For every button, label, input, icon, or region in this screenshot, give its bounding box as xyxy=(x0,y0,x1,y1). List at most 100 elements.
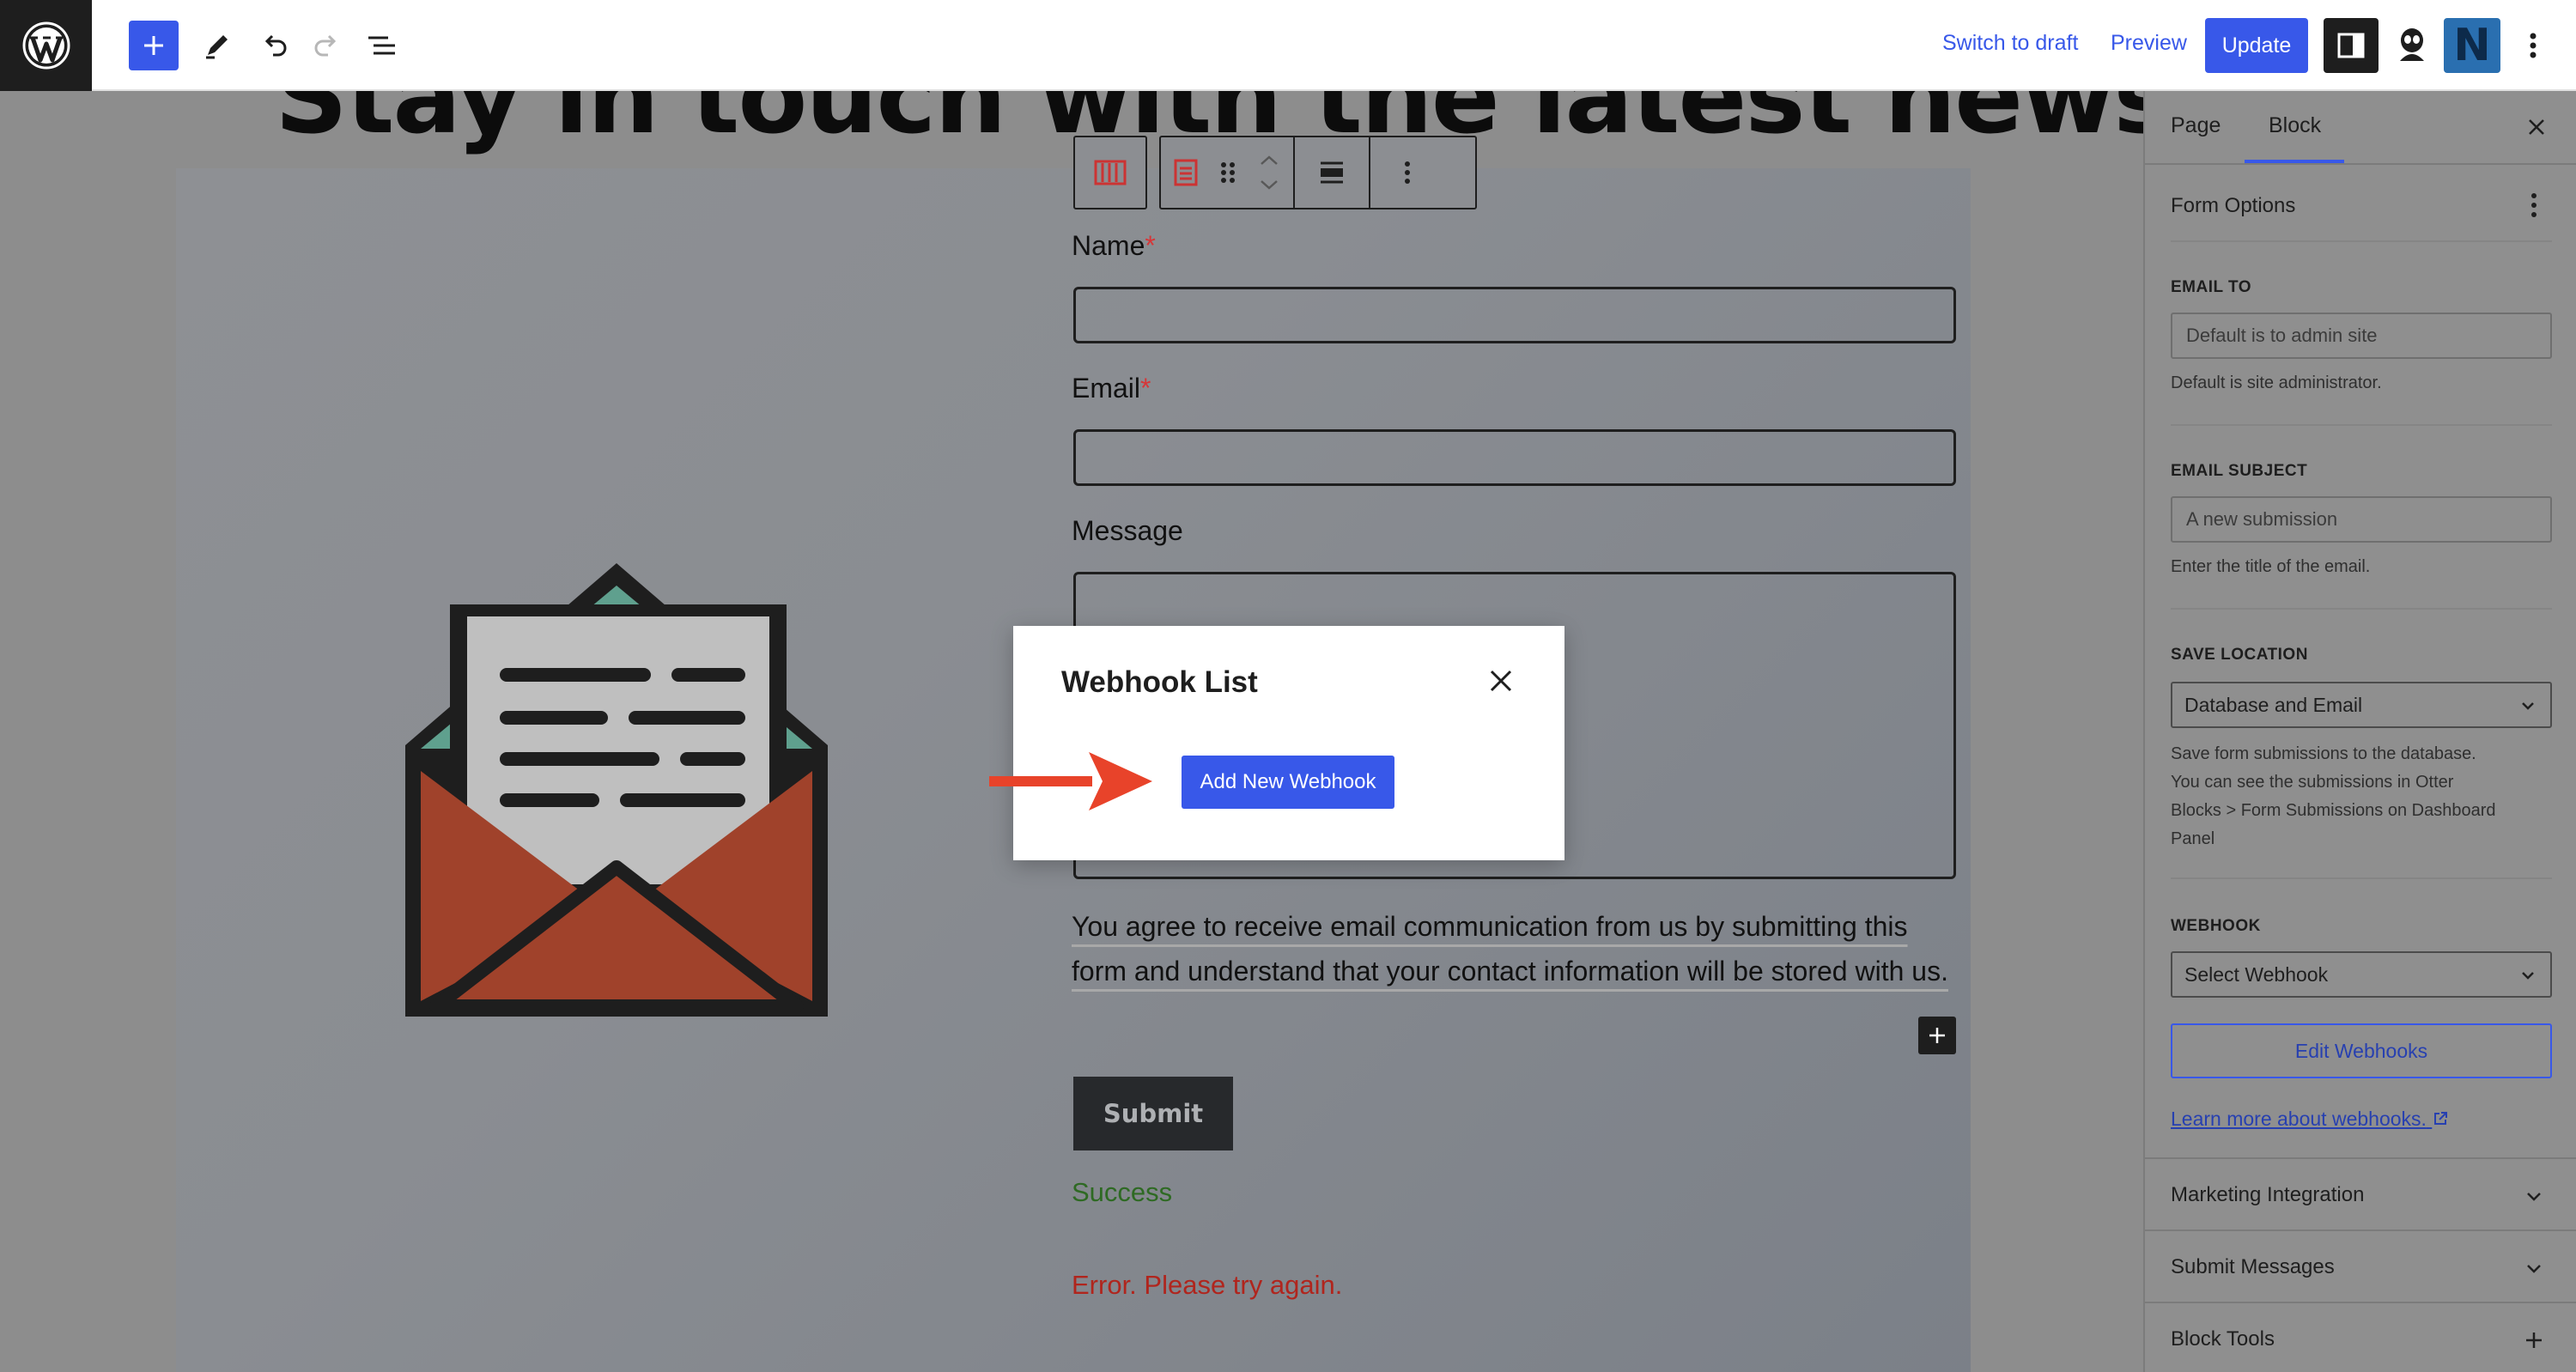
form-block-icon xyxy=(1094,160,1127,185)
pencil-icon xyxy=(206,35,228,59)
tab-block[interactable]: Block xyxy=(2269,113,2321,138)
email-subject-placeholder: A new submission xyxy=(2186,508,2338,530)
save-location-value: Database and Email xyxy=(2184,693,2363,716)
webhook-list-modal: Webhook List Add New Webhook xyxy=(1013,626,1564,860)
form-field-icon xyxy=(1174,159,1198,186)
email-to-input[interactable]: Default is to admin site xyxy=(2171,313,2552,359)
submit-button[interactable]: Submit xyxy=(1073,1077,1233,1150)
email-to-placeholder: Default is to admin site xyxy=(2186,325,2378,346)
more-vertical-icon xyxy=(2531,193,2537,217)
chevron-up-icon[interactable] xyxy=(1259,155,1279,167)
save-location-help: Save form submissions to the database. Y… xyxy=(2171,740,2496,853)
undo-button[interactable] xyxy=(254,26,294,65)
email-to-help: Default is site administrator. xyxy=(2171,373,2382,392)
sidebar-divider xyxy=(2171,240,2552,242)
add-new-webhook-button[interactable]: Add New Webhook xyxy=(1182,756,1394,809)
help-line: Blocks > Form Submissions on Dashboard xyxy=(2171,801,2496,820)
sidebar-close-button[interactable] xyxy=(2519,110,2554,144)
sidebar-divider xyxy=(2145,1157,2576,1159)
email-input[interactable] xyxy=(1073,429,1956,486)
plugin-button[interactable] xyxy=(2391,22,2433,69)
edit-webhooks-button[interactable]: Edit Webhooks xyxy=(2171,1023,2552,1078)
settings-sidebar: Page Block Form Options EMAIL TO Default… xyxy=(2143,91,2576,1372)
block-parent-button[interactable] xyxy=(1073,136,1147,209)
external-link-icon xyxy=(2434,1112,2448,1125)
editor-toolbar: Switch to draft Preview Update N xyxy=(0,0,2576,91)
n-logo[interactable]: N xyxy=(2444,18,2500,73)
wordpress-logo[interactable] xyxy=(0,0,92,91)
tools-button[interactable] xyxy=(197,26,237,65)
tab-page[interactable]: Page xyxy=(2171,113,2221,138)
preview-link[interactable]: Preview xyxy=(2111,31,2187,56)
form-options-heading: Form Options xyxy=(2171,194,2296,217)
chevron-down-icon[interactable] xyxy=(1259,179,1279,191)
settings-toggle-button[interactable] xyxy=(2324,18,2379,73)
marketing-integration-panel[interactable]: Marketing Integration xyxy=(2171,1183,2364,1207)
block-type-button[interactable] xyxy=(1161,137,1211,208)
sidebar-divider xyxy=(2171,877,2552,879)
sidebar-divider xyxy=(2145,1229,2576,1231)
sidebar-divider xyxy=(2145,1302,2576,1303)
learn-more-text: Learn more about webhooks. xyxy=(2171,1108,2427,1130)
webhook-select[interactable]: Select Webhook xyxy=(2171,951,2552,998)
list-view-button[interactable] xyxy=(362,26,402,65)
chevron-down-icon[interactable] xyxy=(2523,1257,2545,1279)
save-location-select[interactable]: Database and Email xyxy=(2171,682,2552,728)
sidebar-divider xyxy=(2171,608,2552,610)
drag-handle[interactable] xyxy=(1211,137,1245,208)
align-icon xyxy=(1321,161,1343,184)
undo-icon xyxy=(264,34,287,57)
help-line: Panel xyxy=(2171,829,2215,848)
required-mark: * xyxy=(1140,373,1151,404)
form-options-menu-button[interactable] xyxy=(2530,191,2538,224)
name-input[interactable] xyxy=(1073,287,1956,343)
redo-button[interactable] xyxy=(307,26,347,65)
consent-text-content: You agree to receive email communication… xyxy=(1072,911,1948,987)
email-label-text: Email xyxy=(1072,373,1141,404)
help-line: You can see the submissions in Otter xyxy=(2171,773,2454,792)
add-block-button[interactable] xyxy=(129,21,179,70)
align-button[interactable] xyxy=(1295,137,1369,208)
email-subject-input[interactable]: A new submission xyxy=(2171,496,2552,543)
move-buttons[interactable] xyxy=(1245,137,1293,208)
learn-more-webhooks-link[interactable]: Learn more about webhooks. xyxy=(2171,1108,2449,1131)
plus-icon xyxy=(144,36,163,55)
modal-title: Webhook List xyxy=(1061,665,1258,699)
plus-icon[interactable] xyxy=(2523,1329,2545,1351)
success-message: Success xyxy=(1072,1177,1173,1207)
email-subject-help: Enter the title of the email. xyxy=(2171,557,2371,576)
webhook-label: WEBHOOK xyxy=(2171,917,2261,935)
options-button[interactable] xyxy=(2516,26,2550,65)
wordpress-icon xyxy=(22,21,70,70)
name-label-text: Name xyxy=(1072,230,1145,261)
sidebar-tabs: Page Block xyxy=(2145,91,2576,165)
modal-close-button[interactable] xyxy=(1480,660,1522,701)
webhook-select-value: Select Webhook xyxy=(2184,962,2329,986)
switch-to-draft-link[interactable]: Switch to draft xyxy=(1942,31,2078,56)
consent-text[interactable]: You agree to receive email communication… xyxy=(1072,904,1956,993)
chevron-down-icon xyxy=(2522,702,2534,710)
required-mark: * xyxy=(1145,230,1156,261)
arrow-annotation-icon xyxy=(989,752,1152,810)
message-label: Message xyxy=(1072,515,1183,546)
block-options-button[interactable] xyxy=(1370,137,1444,208)
close-icon xyxy=(2529,119,2544,135)
more-vertical-icon xyxy=(2530,33,2537,58)
close-icon xyxy=(1490,670,1512,692)
save-location-label: SAVE LOCATION xyxy=(2171,646,2308,664)
email-label: Email* xyxy=(1072,373,1151,404)
list-view-icon xyxy=(368,36,395,55)
inserter-button[interactable] xyxy=(1918,1017,1956,1054)
block-tools-panel[interactable]: Block Tools xyxy=(2171,1327,2275,1351)
name-label: Name* xyxy=(1072,230,1156,262)
update-button[interactable]: Update xyxy=(2205,18,2308,73)
envelope-illustration xyxy=(405,563,828,1017)
submit-messages-panel[interactable]: Submit Messages xyxy=(2171,1255,2335,1279)
redo-icon xyxy=(314,34,337,57)
more-vertical-icon xyxy=(1405,161,1410,184)
active-tab-indicator xyxy=(2245,160,2344,163)
sidebar-toggle-icon xyxy=(2337,33,2365,58)
chevron-down-icon[interactable] xyxy=(2523,1185,2545,1207)
help-line: Save form submissions to the database. xyxy=(2171,744,2476,763)
block-toolbar-group xyxy=(1159,136,1477,209)
